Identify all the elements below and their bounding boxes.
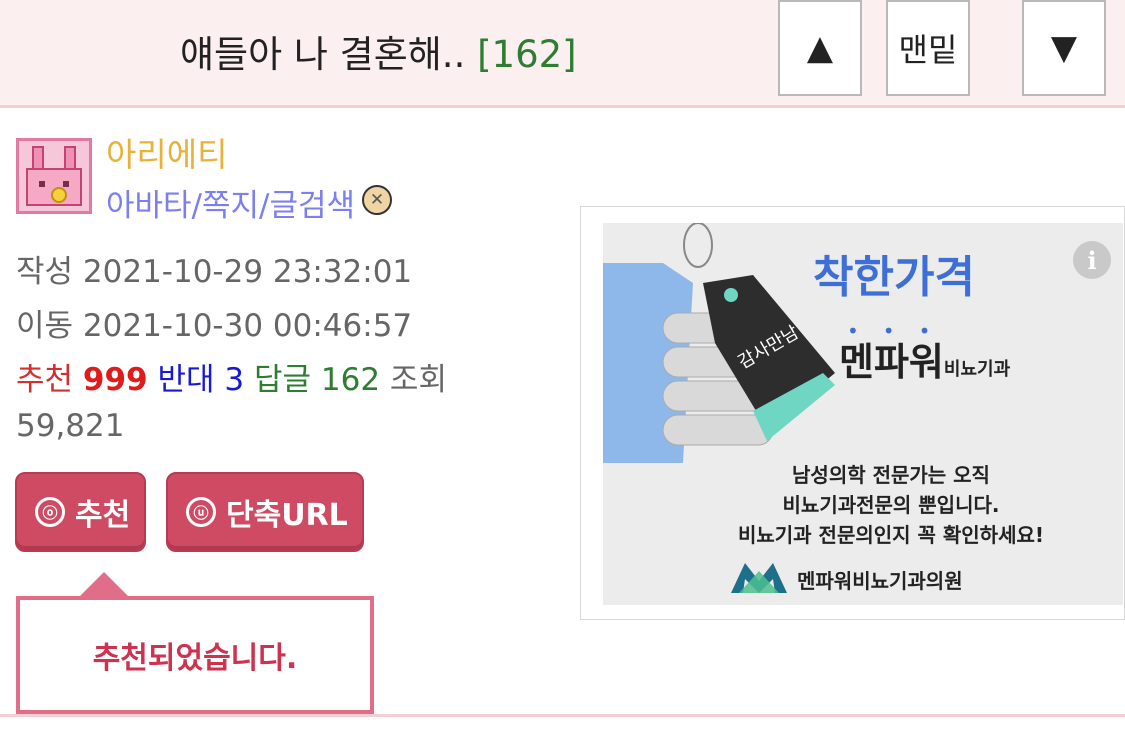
url-icon: ⓤ [186, 497, 216, 527]
oppose-label: 반대 [157, 362, 215, 398]
moved-date: 이동 2021-10-30 00:46:57 [16, 300, 412, 345]
author-links[interactable]: 아바타/쪽지/글검색 [106, 180, 355, 225]
moved-value: 2021-10-30 00:46:57 [82, 308, 413, 344]
recommend-label: 추천 [16, 362, 74, 398]
post-title: 얘들아 나 결혼해.. [162] [180, 24, 577, 78]
toast-arrow [80, 572, 128, 596]
views-label: 조회 [389, 362, 447, 398]
toast-message: 추천되었습니다. [92, 641, 298, 676]
views-count: 59,821 [16, 408, 125, 444]
ad-info-icon[interactable]: i [1073, 241, 1111, 279]
moved-label: 이동 [16, 308, 74, 344]
recommend-button[interactable]: ⓞ 추천 [15, 472, 146, 552]
ad-copy-line-2: 비뇨기과전문의 뿐입니다. [782, 493, 1000, 517]
post-title-text: 얘들아 나 결혼해.. [180, 33, 466, 76]
reply-label: 답글 [253, 362, 312, 398]
reply-total: 162 [320, 362, 381, 398]
written-value: 2021-10-29 23:32:01 [82, 254, 413, 290]
recommend-count: 999 [82, 362, 148, 398]
ad-brand: 멘파워비뇨기과 [839, 331, 1010, 386]
ad-brand-sub: 비뇨기과 [943, 359, 1011, 380]
rabbit-avatar-icon [26, 146, 82, 206]
ad-copy-line-3: 비뇨기과 전문의인지 꼭 확인하세요! [737, 523, 1044, 547]
scroll-bottom-button[interactable]: 맨밑 [886, 0, 970, 96]
ad-logo-text: 멘파워비뇨기과의원 [797, 569, 963, 593]
divider [0, 714, 1125, 717]
written-date: 작성 2021-10-29 23:32:01 [16, 246, 412, 291]
post-header: 얘들아 나 결혼해.. [162] ▲ 맨밑 ▼ [0, 0, 1125, 108]
post-stats: 추천 999 반대 3 답글 162 조회 [16, 354, 447, 399]
oppose-count: 3 [224, 362, 245, 398]
recommend-icon: ⓞ [35, 497, 65, 527]
reply-count: [162] [477, 33, 577, 76]
member-badge-icon: ✕ [362, 185, 392, 215]
recommend-toast: 추천되었습니다. [16, 596, 374, 714]
clinic-logo-icon [731, 563, 787, 593]
recommend-button-label: 추천 [75, 498, 131, 533]
scroll-down-button[interactable]: ▼ [1022, 0, 1106, 96]
short-url-button-label: 단축URL [226, 498, 348, 533]
ad-brand-name: 멘파워 [839, 340, 944, 384]
written-label: 작성 [16, 254, 74, 290]
ad-copy-line-1: 남성의학 전문가는 오직 [792, 463, 990, 487]
ad-headline: 착한가격 [813, 252, 975, 303]
avatar[interactable] [16, 138, 92, 214]
scroll-up-button[interactable]: ▲ [778, 0, 862, 96]
author-name[interactable]: 아리에티 [106, 128, 227, 176]
short-url-button[interactable]: ⓤ 단축URL [166, 472, 364, 552]
advertisement[interactable]: 감사만남 i 착한가격 ••• 멘파워비뇨기과 남성의학 전문가는 오직 비뇨기… [580, 206, 1125, 620]
ad-banner[interactable]: 감사만남 i 착한가격 ••• 멘파워비뇨기과 남성의학 전문가는 오직 비뇨기… [603, 223, 1123, 605]
